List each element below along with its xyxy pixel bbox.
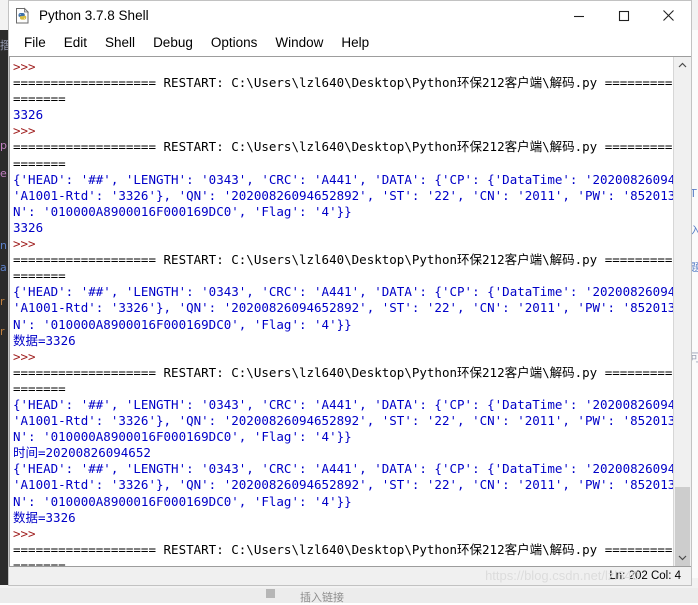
shell-line: =======: [13, 557, 66, 566]
python-file-icon: [14, 7, 32, 25]
window-controls: [556, 1, 691, 30]
title-bar[interactable]: Python 3.7.8 Shell: [9, 1, 691, 30]
window-title: Python 3.7.8 Shell: [39, 8, 149, 23]
menu-item-options[interactable]: Options: [202, 33, 267, 52]
menu-bar: File Edit Shell Debug Options Window Hel…: [9, 30, 691, 56]
shell-line: {'HEAD': '##', 'LENGTH': '0343', 'CRC': …: [13, 396, 673, 412]
menu-item-file[interactable]: File: [15, 33, 55, 52]
bg-fragment: n: [0, 239, 7, 252]
maximize-icon[interactable]: [601, 1, 646, 30]
shell-text-area-wrapper: >>> =================== RESTART: C:\Users…: [9, 56, 691, 566]
shell-line: N': '010000A8900016F000169DC0', 'Flag': …: [13, 429, 352, 445]
bg-fragment: e: [0, 167, 7, 180]
shell-line: 3326: [13, 219, 44, 235]
minimize-icon[interactable]: [556, 1, 601, 30]
shell-line: 'A1001-Rtd': '3326'}, 'QN': '20200826094…: [13, 477, 673, 493]
chevron-up-icon[interactable]: [674, 57, 691, 74]
bg-fragment: r: [0, 295, 5, 308]
shell-line: 'A1001-Rtd': '3326'}, 'QN': '20200826094…: [13, 300, 673, 316]
status-bar: https://blog.csdn.net/lzl640 Ln: 202 Col…: [9, 566, 691, 585]
shell-line: =======: [13, 155, 66, 171]
shell-line: =================== RESTART: C:\Users\lz…: [13, 364, 673, 380]
shell-line: =================== RESTART: C:\Users\lz…: [13, 139, 673, 155]
shell-line: {'HEAD': '##', 'LENGTH': '0343', 'CRC': …: [13, 171, 673, 187]
shell-line: =======: [13, 91, 66, 107]
bg-fragment: p: [0, 139, 7, 152]
shell-line: 3326: [13, 107, 44, 123]
shell-line: >>>: [13, 236, 36, 252]
shell-line: N': '010000A8900016F000169DC0', 'Flag': …: [13, 316, 352, 332]
shell-line: >>>: [13, 59, 36, 74]
shell-line: =================== RESTART: C:\Users\lz…: [13, 252, 673, 268]
background-bottom-marker: [266, 589, 275, 598]
line-col-indicator: Ln: 202 Col: 4: [609, 570, 681, 582]
bg-fragment: a: [0, 261, 7, 274]
shell-line: N': '010000A8900016F000169DC0', 'Flag': …: [13, 203, 352, 219]
shell-line: >>>: [13, 123, 36, 139]
menu-item-debug[interactable]: Debug: [144, 33, 202, 52]
python-shell-window: Python 3.7.8 Shell File Edit Shell Debug…: [8, 0, 692, 586]
shell-line: =======: [13, 380, 66, 396]
shell-line: N': '010000A8900016F000169DC0', 'Flag': …: [13, 493, 352, 509]
background-bottom-bar: [0, 588, 698, 603]
menu-item-shell[interactable]: Shell: [96, 33, 144, 52]
shell-line: =======: [13, 268, 66, 284]
menu-item-edit[interactable]: Edit: [55, 33, 96, 52]
shell-line: >>>: [13, 348, 36, 364]
shell-line: {'HEAD': '##', 'LENGTH': '0343', 'CRC': …: [13, 284, 673, 300]
shell-line: {'HEAD': '##', 'LENGTH': '0343', 'CRC': …: [13, 461, 673, 477]
shell-line: 时间=20200826094652: [13, 445, 151, 461]
vertical-scrollbar[interactable]: [673, 57, 691, 566]
shell-line: 数据=3326: [13, 509, 76, 525]
shell-line: 'A1001-Rtd': '3326'}, 'QN': '20200826094…: [13, 413, 673, 429]
close-icon[interactable]: [646, 1, 691, 30]
shell-line: 数据=3326: [13, 332, 76, 348]
chevron-down-icon[interactable]: [674, 549, 691, 566]
shell-line: 'A1001-Rtd': '3326'}, 'QN': '20200826094…: [13, 187, 673, 203]
shell-line: =================== RESTART: C:\Users\lz…: [13, 541, 673, 557]
menu-item-help[interactable]: Help: [332, 33, 378, 52]
shell-line: =================== RESTART: C:\Users\lz…: [13, 75, 673, 91]
shell-line: >>>: [13, 525, 36, 541]
menu-item-window[interactable]: Window: [266, 33, 332, 52]
bg-fragment: r: [0, 325, 5, 338]
shell-output-text[interactable]: >>> =================== RESTART: C:\Users…: [10, 57, 673, 566]
